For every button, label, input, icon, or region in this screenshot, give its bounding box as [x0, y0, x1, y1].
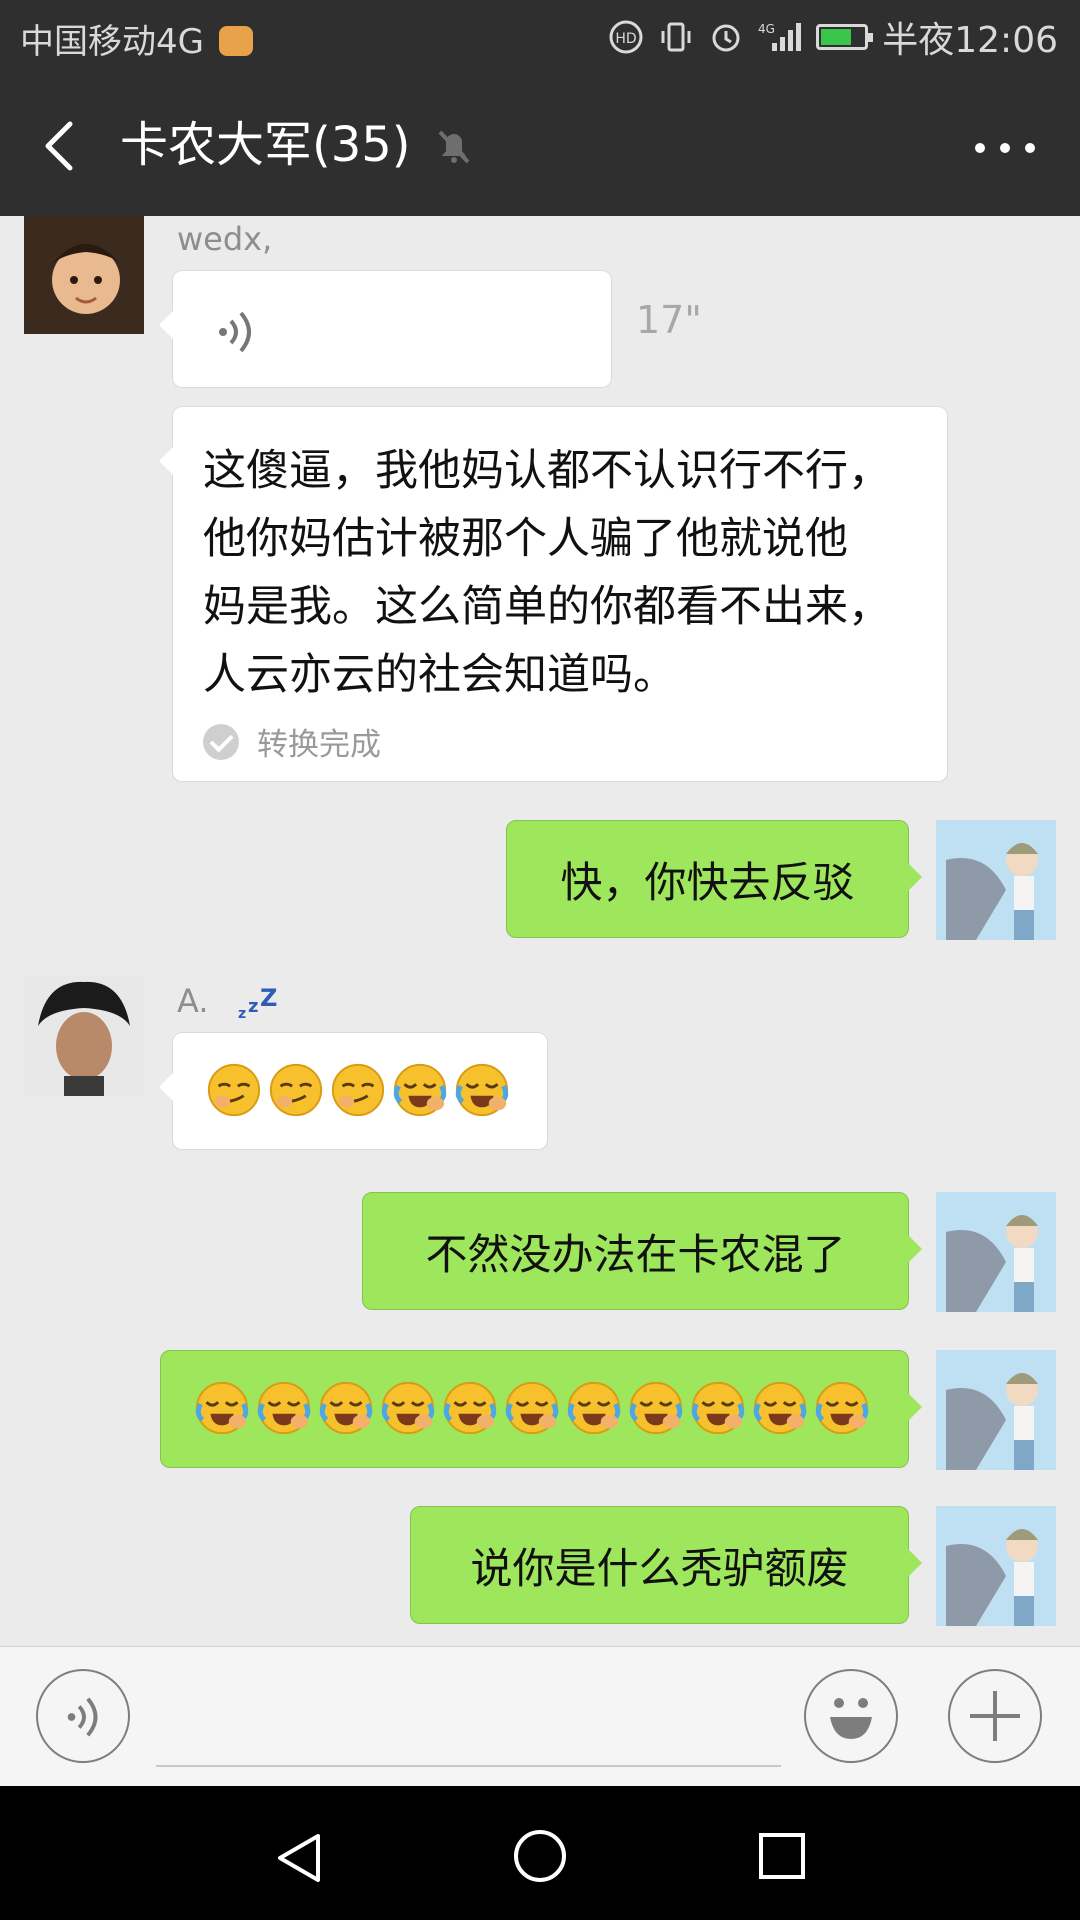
emoji-message-bubble[interactable] [159, 1032, 548, 1150]
message-list[interactable]: wedx, 17" 这傻逼，我他妈认都不认识行不行， 他你妈估计被那个人骗了他就… [0, 216, 1080, 1646]
svg-text:HD: HD [616, 31, 637, 47]
alarm-icon [712, 24, 740, 52]
message-text: 说你是什么秃驴额废 [470, 1543, 849, 1593]
app-notification-icon [218, 25, 253, 56]
carrier-text: 中国移动4G [20, 22, 204, 62]
message-input[interactable] [156, 1677, 781, 1767]
avatar-wedx[interactable] [24, 216, 144, 334]
crying-laughing-emoji [319, 1381, 373, 1435]
crying-laughing-emoji [257, 1381, 311, 1435]
voice-transcript-bubble[interactable]: 这傻逼，我他妈认都不认识行不行， 他你妈估计被那个人骗了他就说他 妈是我。这么简… [159, 406, 948, 782]
smirk-emoji [207, 1063, 261, 1117]
muted-bell-icon [438, 130, 470, 164]
conversion-status: 转换完成 [203, 719, 381, 764]
status-icons: HD 4G 半夜12:06 [608, 12, 1058, 62]
crying-laughing-emoji [815, 1381, 869, 1435]
home-circle-icon[interactable] [512, 1828, 568, 1884]
recents-square-icon[interactable] [756, 1830, 808, 1882]
emoji-row [191, 1379, 873, 1437]
svg-text:Z: Z [260, 986, 277, 1012]
chat-header: 卡农大军(35) [0, 76, 1080, 216]
group-title: 卡农大军(35) [120, 117, 411, 173]
smirk-emoji [269, 1063, 323, 1117]
crying-laughing-emoji [567, 1381, 621, 1435]
avatar-self[interactable] [936, 820, 1056, 940]
smirk-emoji [331, 1063, 385, 1117]
svg-text:4G: 4G [758, 22, 775, 36]
transcript-line: 妈是我。这么简单的你都看不出来， [203, 582, 891, 632]
carrier-label: 中国移动4G [20, 14, 253, 63]
voice-mode-icon [67, 1697, 98, 1737]
voice-wave-icon [219, 311, 251, 353]
transcript-line: 这傻逼，我他妈认都不认识行不行， [203, 446, 891, 496]
sleeping-zzz-icon: z z Z [238, 986, 277, 1022]
signal-4g-icon: 4G [758, 22, 802, 51]
check-icon [203, 723, 239, 760]
emoji-row [203, 1061, 513, 1119]
hd-call-icon: HD [609, 20, 643, 54]
avatar-a[interactable] [24, 976, 144, 1096]
emoji-face-icon [830, 1698, 872, 1739]
crying-laughing-emoji [505, 1381, 559, 1435]
outgoing-emoji-bubble[interactable] [160, 1350, 922, 1468]
crying-laughing-emoji [195, 1381, 249, 1435]
crying-laughing-emoji [393, 1063, 447, 1117]
message-text: 不然没办法在卡农混了 [425, 1229, 846, 1279]
transcript-line: 他你妈估计被那个人骗了他就说他 [203, 514, 848, 564]
voice-mode-button[interactable] [36, 1669, 130, 1763]
more-dots-icon[interactable] [970, 130, 1040, 166]
transcript-line: 人云亦云的社会知道吗。 [203, 650, 676, 700]
conversion-status-text: 转换完成 [257, 727, 381, 763]
voice-duration: 17" [636, 298, 702, 342]
avatar-self[interactable] [936, 1506, 1056, 1626]
outgoing-message-bubble[interactable]: 不然没办法在卡农混了 [362, 1192, 922, 1310]
svg-text:z: z [238, 1006, 246, 1022]
status-bar: 中国移动4G HD 4G 半夜12:06 [0, 0, 1080, 76]
battery-charging-icon [816, 24, 874, 50]
crying-laughing-emoji [691, 1381, 745, 1435]
system-nav-bar [0, 1786, 1080, 1920]
outgoing-message-bubble[interactable]: 说你是什么秃驴额废 [410, 1506, 922, 1624]
input-bar [0, 1646, 1080, 1787]
transcript-text: 这傻逼，我他妈认都不认识行不行， 他你妈估计被那个人骗了他就说他 妈是我。这么简… [203, 437, 923, 709]
crying-laughing-emoji [629, 1381, 683, 1435]
sender-name: wedx, [177, 220, 273, 258]
vibrate-icon [661, 22, 691, 52]
plus-button[interactable] [948, 1669, 1042, 1763]
crying-laughing-emoji [753, 1381, 807, 1435]
avatar-self[interactable] [936, 1192, 1056, 1312]
avatar-self[interactable] [936, 1350, 1056, 1470]
message-text: 快，你快去反驳 [560, 857, 855, 907]
crying-laughing-emoji [381, 1381, 435, 1435]
emoji-button[interactable] [804, 1669, 898, 1763]
plus-icon [970, 1691, 1020, 1741]
back-chevron-icon[interactable] [36, 116, 86, 176]
crying-laughing-emoji [443, 1381, 497, 1435]
clock-time: 半夜12:06 [882, 20, 1058, 61]
svg-text:z: z [248, 996, 258, 1017]
sender-name: A. [177, 982, 209, 1020]
outgoing-message-bubble[interactable]: 快，你快去反驳 [506, 820, 922, 938]
voice-message-bubble[interactable] [159, 270, 612, 388]
crying-laughing-emoji [455, 1063, 509, 1117]
back-triangle-icon[interactable] [272, 1830, 326, 1886]
